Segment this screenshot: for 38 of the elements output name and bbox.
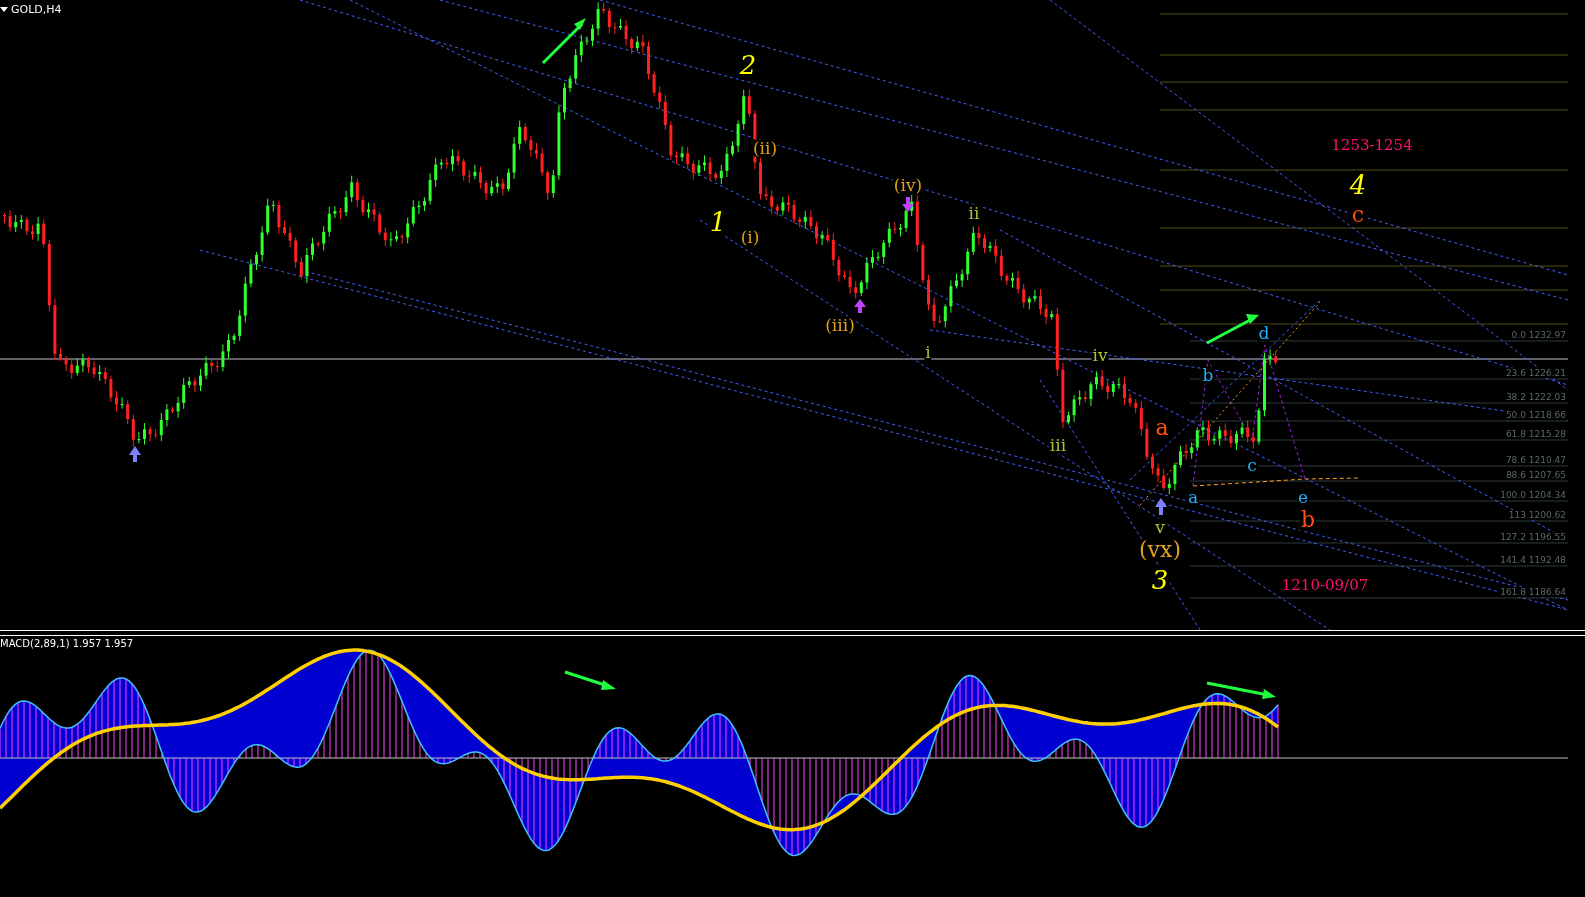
fibonacci-level-label: 61.8 1215.28	[1503, 429, 1568, 439]
up-arrow-icon	[129, 446, 141, 462]
wave-label: b	[1299, 509, 1317, 531]
down-arrow-icon	[902, 197, 914, 212]
indicator-label: MACD(2,89,1) 1.957 1.957	[0, 638, 134, 649]
triangle-icon	[0, 7, 8, 12]
wave-label: d	[1257, 324, 1271, 342]
wave-label: 1210-09/07	[1280, 577, 1370, 593]
up-arrow-icon	[1155, 498, 1167, 515]
wave-label: 1253-1254	[1330, 137, 1414, 153]
fibonacci-level-label: 113 1200.62	[1506, 510, 1568, 520]
wave-label: (ii)	[751, 139, 779, 157]
arrow-icon	[541, 18, 586, 65]
wave-label: i	[924, 343, 932, 361]
wave-label: iv	[1091, 346, 1109, 364]
wave-label: (iii)	[824, 316, 856, 334]
wave-label: v	[1154, 518, 1166, 536]
fibonacci-level-label: 38.2 1222.03	[1503, 392, 1568, 402]
fibonacci-level-label: 0.0 1232.97	[1509, 330, 1568, 340]
arrow-icon	[1206, 314, 1259, 345]
symbol-label: GOLD,H4	[11, 3, 62, 16]
fibonacci-level-label: 100.0 1204.34	[1498, 490, 1568, 500]
arrow-icon	[564, 670, 616, 690]
fibonacci-level-label: 23.6 1226.21	[1503, 368, 1568, 378]
wave-label: (i)	[739, 228, 761, 246]
arrow-icon	[1206, 681, 1276, 699]
fibonacci-level-label: 141.4 1192.48	[1498, 555, 1568, 565]
wave-label: b	[1201, 366, 1215, 384]
wave-label: (iv)	[892, 176, 924, 194]
fibonacci-level-label: 88.6 1207.65	[1503, 470, 1568, 480]
wave-label: iii	[1048, 436, 1068, 454]
fibonacci-level-label: 50.0 1218.66	[1503, 410, 1568, 420]
up-arrow-icon	[854, 299, 866, 313]
wave-label: (vx)	[1138, 539, 1182, 561]
fibonacci-level-label: 78.6 1210.47	[1503, 455, 1568, 465]
fibonacci-level-label: 161.8 1186.64	[1498, 587, 1568, 597]
fibonacci-level-label: 127.2 1196.55	[1498, 532, 1568, 542]
wave-label: ii	[967, 204, 981, 222]
